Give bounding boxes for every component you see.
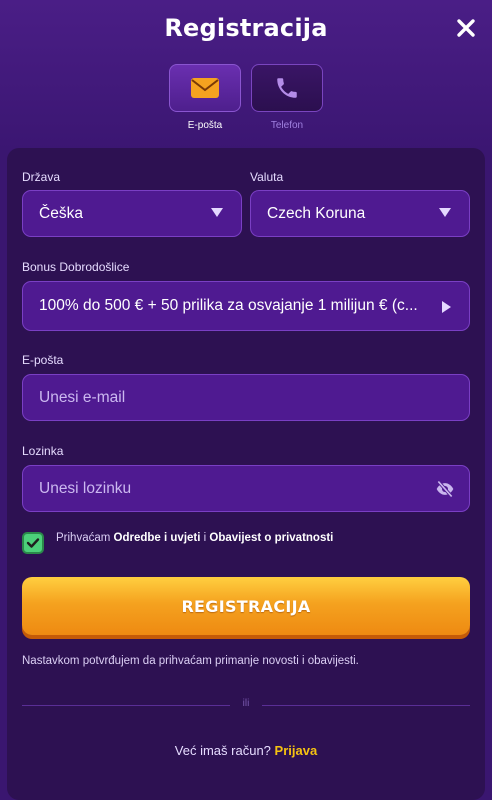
currency-value: Czech Koruna [267, 204, 366, 222]
close-button[interactable] [454, 16, 478, 40]
password-field-wrapper[interactable] [22, 465, 470, 512]
consent-note: Nastavkom potvrđujem da prihvaćam priman… [22, 655, 359, 667]
country-label: Država [22, 170, 61, 184]
register-button[interactable]: REGISTRACIJA [22, 577, 470, 635]
bonus-select[interactable]: 100% do 500 € + 50 prilika za osvajanje … [22, 281, 470, 331]
email-label: E-pošta [22, 353, 64, 367]
email-method-label: E-pošta [187, 120, 223, 131]
currency-label: Valuta [250, 170, 284, 184]
terms-text: Prihvaćam Odredbe i uvjeti i Obavijest o… [56, 532, 333, 544]
terms-prefix: Prihvaćam [56, 532, 114, 544]
page-title: Registracija [164, 14, 328, 42]
login-link[interactable]: Prijava [275, 743, 318, 758]
chevron-right-icon [442, 301, 451, 313]
country-select[interactable]: Češka [22, 190, 242, 237]
chevron-down-icon [439, 208, 451, 217]
divider-right [262, 705, 470, 706]
divider-text: ili [242, 698, 250, 709]
login-row: Već imaš račun? Prijava [0, 743, 492, 758]
close-icon [457, 19, 475, 37]
divider-left [22, 705, 230, 706]
country-value: Češka [39, 204, 83, 222]
envelope-icon [191, 78, 219, 98]
checkmark-icon [26, 538, 40, 548]
password-field[interactable] [39, 479, 419, 498]
phone-method-label: Telefon [270, 120, 304, 131]
eye-off-icon[interactable] [435, 479, 455, 499]
phone-method-button[interactable] [251, 64, 323, 112]
email-field-wrapper[interactable] [22, 374, 470, 421]
bonus-value: 100% do 500 € + 50 prilika za osvajanje … [39, 297, 418, 314]
email-method-button[interactable] [169, 64, 241, 112]
bonus-label: Bonus Dobrodošlice [22, 260, 130, 274]
chevron-down-icon [211, 208, 223, 217]
currency-select[interactable]: Czech Koruna [250, 190, 470, 237]
privacy-link[interactable]: Obavijest o privatnosti [209, 532, 333, 544]
terms-link[interactable]: Odredbe i uvjeti [114, 532, 201, 544]
password-label: Lozinka [22, 444, 64, 458]
phone-icon [277, 78, 297, 98]
terms-checkbox[interactable] [22, 532, 44, 554]
email-field[interactable] [39, 388, 419, 407]
login-prompt: Već imaš račun? [174, 743, 271, 758]
